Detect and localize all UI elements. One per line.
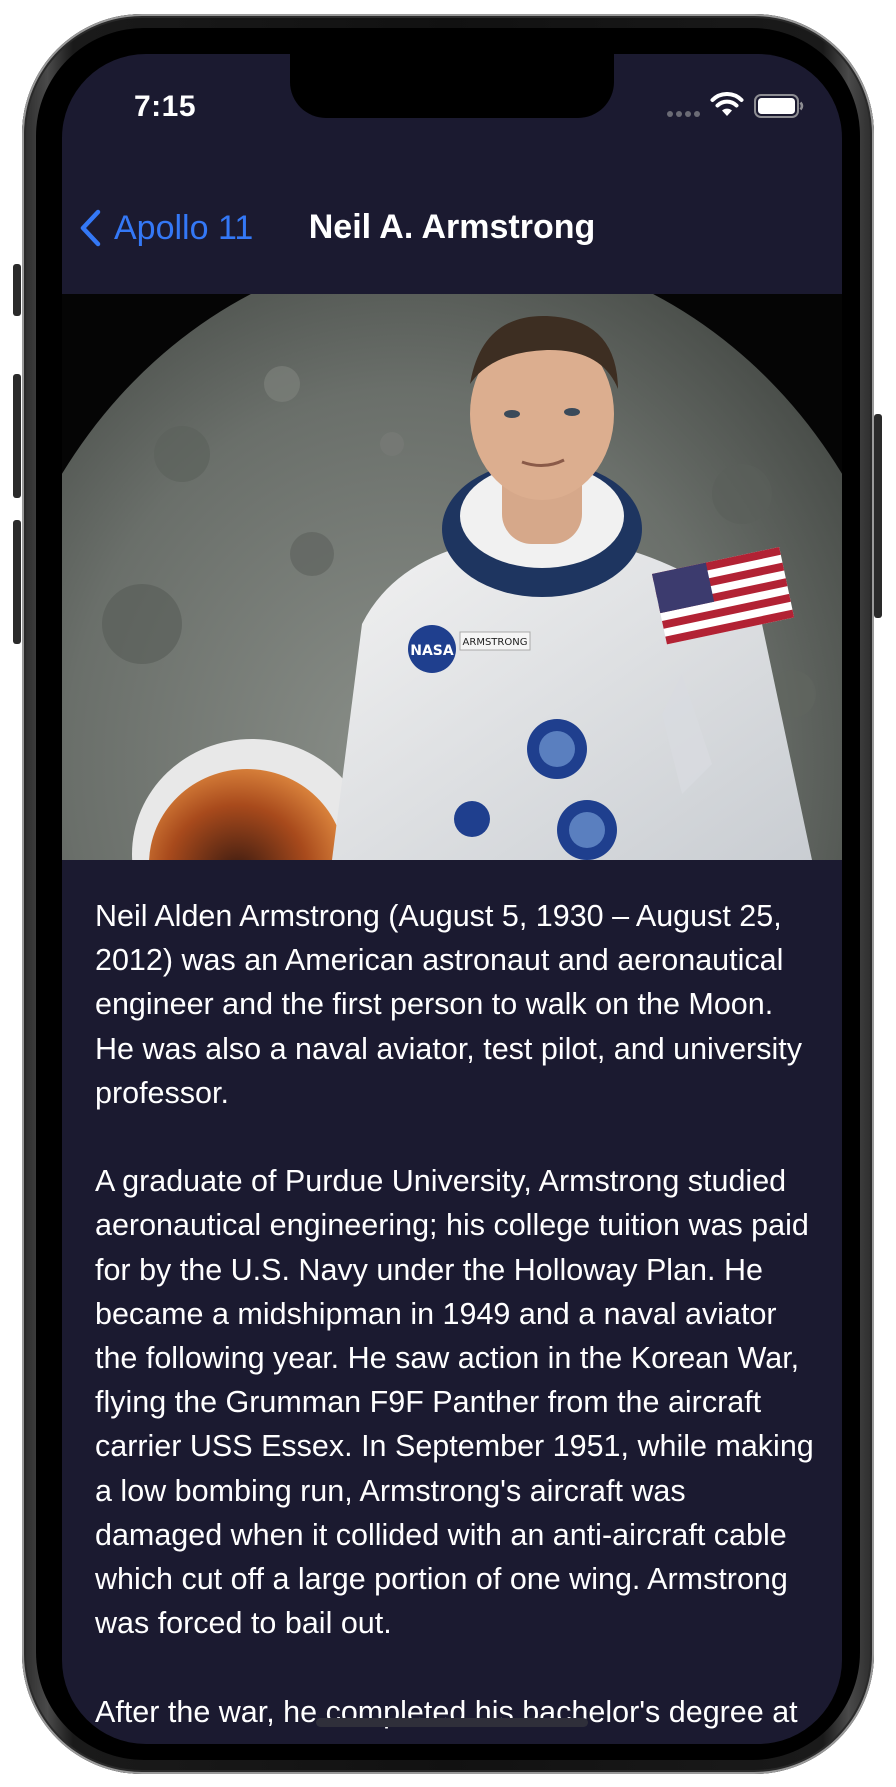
cellular-signal-icon [667, 111, 700, 117]
biography-text: Neil Alden Armstrong (August 5, 1930 – A… [95, 894, 815, 1744]
bio-paragraph: A graduate of Purdue University, Armstro… [95, 1164, 814, 1641]
wifi-icon [710, 92, 744, 116]
bio-paragraph: After the war, he completed his bachelor… [95, 1694, 798, 1744]
bio-paragraph: Neil Alden Armstrong (August 5, 1930 – A… [95, 899, 802, 1110]
battery-icon [754, 94, 804, 118]
volume-down-button [13, 520, 21, 644]
astronaut-portrait: NASA ARMSTRONG [62, 294, 842, 860]
silent-switch [13, 264, 21, 316]
volume-up-button [13, 374, 21, 498]
app-screen: 7:15 Apollo 11 Neil A. Armstrong NASA AR… [62, 54, 842, 1744]
nasa-logo: NASA [410, 643, 454, 659]
notch [290, 54, 614, 118]
power-button [874, 414, 882, 618]
name-tag: ARMSTRONG [463, 637, 528, 648]
home-indicator[interactable] [316, 1718, 588, 1727]
navigation-bar: Apollo 11 Neil A. Armstrong [62, 174, 842, 294]
status-time: 7:15 [134, 90, 197, 123]
status-bar: 7:15 [62, 54, 842, 174]
page-title: Neil A. Armstrong [308, 208, 596, 246]
